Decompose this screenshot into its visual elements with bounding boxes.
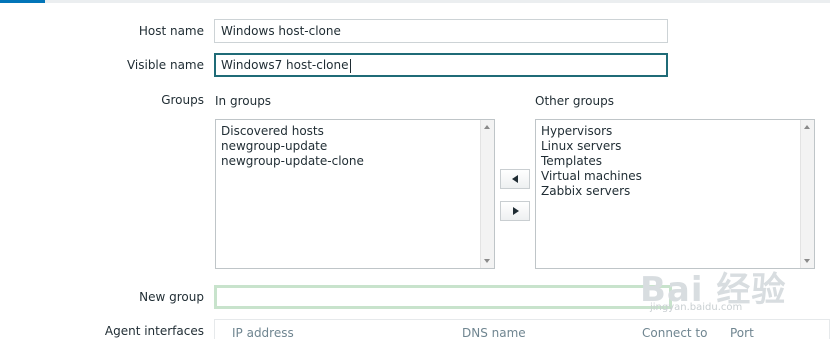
other-groups-scrollbar[interactable] [800,120,814,268]
list-item[interactable]: newgroup-update-clone [221,154,364,169]
list-item[interactable]: newgroup-update [221,139,364,154]
in-groups-listbox[interactable]: Discovered hosts newgroup-update newgroup-… [215,119,495,269]
agent-interfaces-label: Agent interfaces [104,324,204,338]
new-group-input[interactable] [214,285,672,309]
column-port: Port [730,326,754,340]
column-ip-address: IP address [232,326,294,340]
groups-label: Groups [161,93,204,107]
column-connect-to: Connect to [642,326,708,340]
list-item[interactable]: Linux servers [541,139,642,154]
visible-name-value: Windows7 host-clone [221,58,349,72]
list-item[interactable]: Virtual machines [541,169,642,184]
host-name-value: Windows host-clone [221,24,341,38]
visible-name-label: Visible name [126,58,204,72]
text-caret [349,58,351,73]
host-name-label: Host name [138,24,204,38]
other-groups-label: Other groups [535,94,614,108]
tab-strip [0,0,830,3]
list-item[interactable]: Zabbix servers [541,184,642,199]
scroll-up-icon[interactable] [484,125,490,129]
scroll-up-icon[interactable] [804,125,810,129]
active-tab-indicator [0,0,45,3]
visible-name-input[interactable]: Windows7 host-clone [214,53,668,77]
watermark-url: jingyan.baidu.com [650,302,743,313]
host-name-input[interactable]: Windows host-clone [214,19,668,43]
in-groups-list: Discovered hosts newgroup-update newgroup-… [221,124,364,169]
column-dns-name: DNS name [462,326,526,340]
in-groups-label: In groups [215,94,272,108]
scroll-down-icon[interactable] [484,259,490,263]
move-right-button[interactable] [500,201,530,221]
arrow-right-icon [513,207,519,215]
arrow-left-icon [512,175,518,183]
list-item[interactable]: Hypervisors [541,124,642,139]
list-item[interactable]: Templates [541,154,642,169]
new-group-label: New group [139,290,204,304]
scroll-down-icon[interactable] [804,259,810,263]
other-groups-list: Hypervisors Linux servers Templates Virtual… [541,124,642,199]
list-item[interactable]: Discovered hosts [221,124,364,139]
other-groups-listbox[interactable]: Hypervisors Linux servers Templates Virtual… [535,119,815,269]
move-left-button[interactable] [500,169,530,189]
in-groups-scrollbar[interactable] [480,120,494,268]
